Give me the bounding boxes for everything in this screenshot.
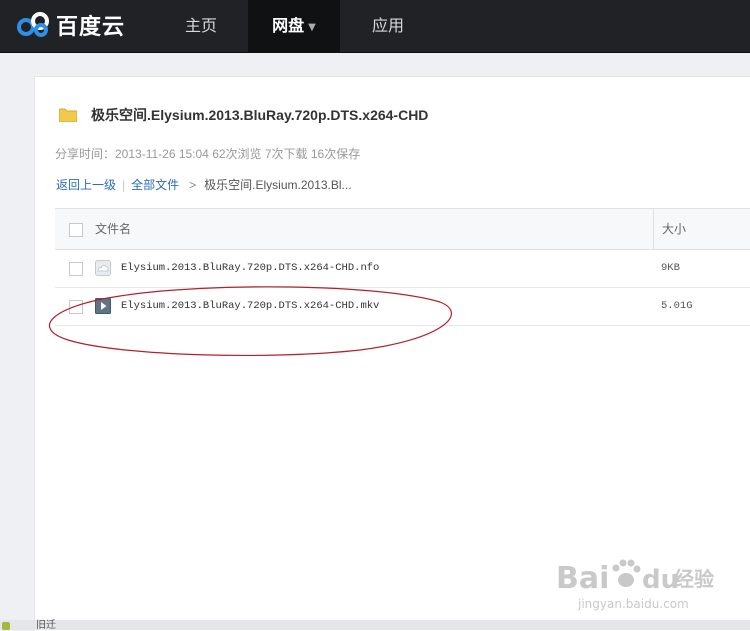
breadcrumb-divider: | bbox=[122, 177, 126, 192]
status-icon bbox=[2, 622, 10, 630]
table-row[interactable]: Elysium.2013.BluRay.720p.DTS.x264-CHD.nf… bbox=[55, 250, 750, 288]
breadcrumb-current: 极乐空间.Elysium.2013.Bl... bbox=[204, 178, 352, 192]
row-checkbox[interactable] bbox=[69, 262, 83, 276]
column-header-name[interactable]: 文件名 bbox=[95, 209, 131, 249]
column-header-size[interactable]: 大小 bbox=[653, 209, 750, 249]
nav-home[interactable]: 主页 bbox=[170, 0, 232, 52]
logo-text: 百度云 bbox=[56, 15, 126, 40]
nav-netdisk-label: 网盘 bbox=[272, 16, 305, 35]
watermark-url: jingyan.baidu.com bbox=[577, 597, 689, 611]
cloud-logo-icon bbox=[17, 12, 49, 37]
table-row[interactable]: Elysium.2013.BluRay.720p.DTS.x264-CHD.mk… bbox=[55, 288, 750, 326]
breadcrumb-arrow-icon: > bbox=[189, 177, 197, 192]
chevron-down-icon: ▼ bbox=[308, 22, 316, 33]
nav-home-label: 主页 bbox=[184, 16, 217, 35]
baidu-jingyan-watermark: Bai du 经验 jingyan.baidu.com bbox=[556, 559, 714, 611]
document-icon bbox=[95, 260, 111, 276]
status-bar bbox=[0, 620, 750, 630]
top-navigation-bar: 百度云 主页 网盘 ▼ 应用 bbox=[0, 0, 750, 53]
share-meta-info: 分享时间：2013-11-26 15:04 62次浏览 7次下载 16次保存 bbox=[55, 147, 361, 161]
nav-apps-label: 应用 bbox=[371, 16, 404, 35]
folder-title-row: 极乐空间.Elysium.2013.BluRay.720p.DTS.x264-C… bbox=[59, 105, 428, 125]
file-size: 5.01G bbox=[661, 300, 693, 312]
file-table: 文件名 大小 Elysium.2013.BluRay.720p.DTS.x264… bbox=[55, 208, 750, 326]
baidu-cloud-logo[interactable]: 百度云 bbox=[16, 9, 125, 41]
file-table-header: 文件名 大小 bbox=[55, 208, 750, 250]
all-files-link[interactable]: 全部文件 bbox=[131, 176, 179, 193]
paw-icon bbox=[612, 559, 641, 587]
folder-title: 极乐空间.Elysium.2013.BluRay.720p.DTS.x264-C… bbox=[91, 107, 429, 123]
watermark-cn: 经验 bbox=[674, 567, 714, 591]
folder-icon bbox=[59, 108, 77, 122]
file-size: 9KB bbox=[661, 262, 680, 274]
nav-apps[interactable]: 应用 bbox=[352, 0, 424, 52]
breadcrumb: 返回上一级 | 全部文件 > 极乐空间.Elysium.2013.Bl... bbox=[56, 176, 352, 193]
back-link[interactable]: 返回上一级 bbox=[56, 176, 116, 193]
row-checkbox[interactable] bbox=[69, 300, 83, 314]
file-name-link[interactable]: Elysium.2013.BluRay.720p.DTS.x264-CHD.nf… bbox=[121, 250, 379, 287]
select-all-checkbox[interactable] bbox=[69, 223, 83, 237]
watermark-brand: Bai bbox=[556, 561, 609, 596]
nav-netdisk[interactable]: 网盘 ▼ bbox=[248, 0, 340, 52]
video-icon bbox=[95, 298, 111, 314]
file-name-link[interactable]: Elysium.2013.BluRay.720p.DTS.x264-CHD.mk… bbox=[121, 288, 379, 325]
